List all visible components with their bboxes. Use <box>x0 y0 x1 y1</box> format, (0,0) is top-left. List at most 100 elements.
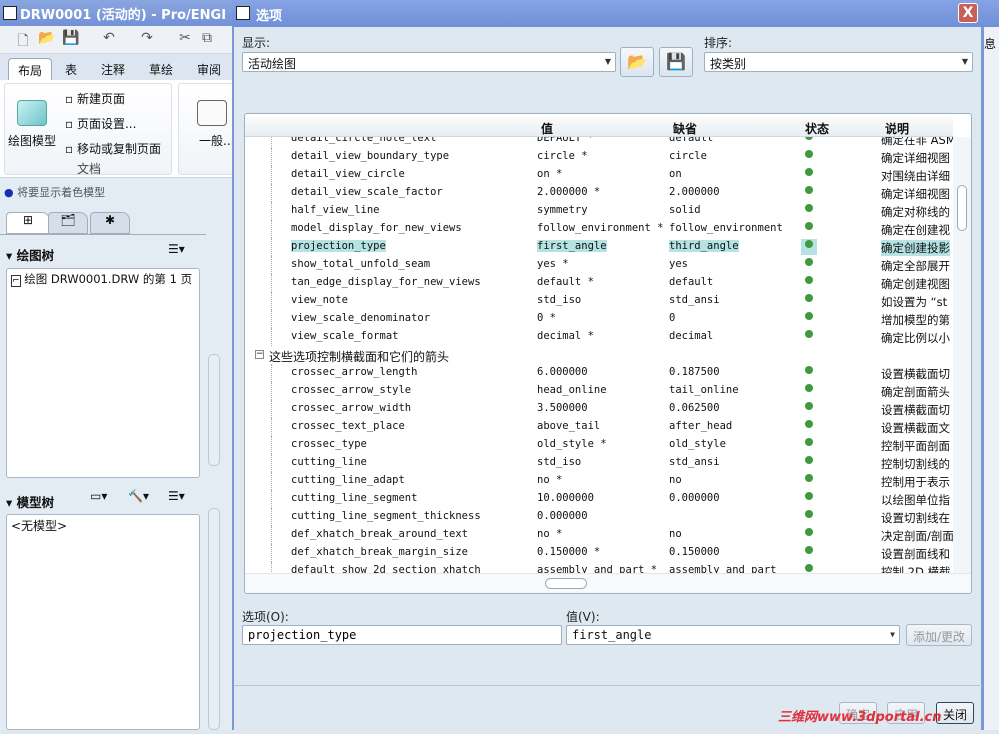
splitter-handle[interactable] <box>208 508 220 730</box>
table-row[interactable]: projection_type first_angle third_angle 确定创… <box>245 238 953 256</box>
undo-icon[interactable]: ↶ <box>100 30 118 48</box>
table-row[interactable]: view_note std_iso std_ansi 如设置为 “st <box>245 292 953 310</box>
table-row[interactable]: cutting_line_adapt no * no 控制用于表示 <box>245 472 953 490</box>
show-select-value: 活动绘图 <box>248 57 297 71</box>
table-row[interactable]: crossec_arrow_style head_online tail_onlin… <box>245 382 953 400</box>
drawing-model-button[interactable]: 绘图模型 <box>8 132 56 149</box>
option-name: crossec_arrow_width <box>291 402 412 414</box>
option-name: cutting_line_segment <box>291 492 418 504</box>
tree-line <box>271 256 272 274</box>
table-row[interactable]: def_xhatch_break_margin_size 0.150000 * 0.… <box>245 544 953 562</box>
table-row[interactable]: crossec_arrow_length 6.000000 0.187500 设置横截… <box>245 364 953 382</box>
tab-table[interactable]: 表 <box>56 58 86 80</box>
option-name: crossec_arrow_length <box>291 366 418 378</box>
option-value: DEFAULT * <box>537 137 594 144</box>
column-header-status[interactable]: 状态 <box>805 120 829 137</box>
column-header-default[interactable]: 缺省 <box>673 120 697 137</box>
option-default: after_head <box>669 420 733 432</box>
tab-sketch[interactable]: 草绘 <box>140 58 182 80</box>
option-label: 选项(O): <box>242 610 289 624</box>
tree-line <box>271 418 272 436</box>
table-row[interactable]: cutting_line_segment 10.000000 0.000000 以绘图… <box>245 490 953 508</box>
tab-layout[interactable]: 布局 <box>8 58 53 80</box>
table-row[interactable]: cutting_line std_iso std_ansi 控制切割线的 <box>245 454 953 472</box>
tree-item-sheet[interactable]: ⌐ 绘图 DRW0001.DRW 的第 1 页 <box>7 269 199 289</box>
table-row[interactable]: tan_edge_display_for_new_views default * d… <box>245 274 953 292</box>
column-header-value[interactable]: 值 <box>541 120 553 137</box>
option-input[interactable] <box>242 625 562 645</box>
add-change-button[interactable]: 添加/更改 <box>906 624 973 646</box>
status-dot-icon <box>805 492 813 500</box>
table-row[interactable]: half_view_line symmetry solid 确定对称线的 <box>245 202 953 220</box>
table-row[interactable]: detail_view_scale_factor 2.000000 * 2.0000… <box>245 184 953 202</box>
vertical-scrollbar[interactable] <box>953 137 971 575</box>
value-label: 值(V): <box>566 610 600 624</box>
option-default: 0.062500 <box>669 402 720 414</box>
table-row[interactable]: def_xhatch_break_around_text no * no 决定剖面/剖… <box>245 526 953 544</box>
table-row[interactable]: detail_circle_note_text DEFAULT * default 确… <box>245 137 953 148</box>
save-icon[interactable]: 💾 <box>62 30 80 48</box>
open-config-button[interactable]: 📂 <box>620 47 654 77</box>
collapse-icon[interactable]: − <box>255 350 264 359</box>
table-row[interactable]: crossec_type old_style * old_style 控制平面剖面 <box>245 436 953 454</box>
tree-line <box>271 436 272 454</box>
table-row[interactable]: show_total_unfold_seam yes * yes 确定全部展开 <box>245 256 953 274</box>
tree-line <box>271 544 272 562</box>
status-dot-icon <box>805 258 813 266</box>
option-value: circle * <box>537 150 588 162</box>
tools-icon[interactable]: 🔨▾ <box>128 489 149 503</box>
tab-folder-browser-icon[interactable]: 🗂 <box>48 212 88 234</box>
table-row[interactable]: detail_view_circle on * on 对围绕由详细 <box>245 166 953 184</box>
tab-favorites-icon[interactable]: ✱ <box>90 212 130 234</box>
new-file-icon[interactable]: 🗋 <box>14 30 32 49</box>
copy-icon[interactable]: ⧉ <box>198 30 216 48</box>
move-copy-sheet-button[interactable]: ▫ 移动或复制页面 <box>65 140 161 157</box>
save-config-button[interactable]: 💾 <box>659 47 693 77</box>
column-header-description[interactable]: 说明 <box>885 120 909 137</box>
option-description: 控制用于表示 <box>881 475 950 489</box>
table-row[interactable]: crossec_text_place above_tail after_head 设置… <box>245 418 953 436</box>
tree-settings-icon[interactable]: ☰▾ <box>168 242 185 256</box>
option-default: follow_environment <box>669 222 783 234</box>
redo-icon[interactable]: ↷ <box>138 30 156 48</box>
splitter-handle[interactable] <box>208 354 220 466</box>
show-select[interactable]: 活动绘图 ▼ <box>242 52 616 72</box>
option-description: 确定在创建视 <box>881 223 950 237</box>
new-sheet-button[interactable]: ▫ 新建页面 <box>65 90 125 107</box>
tree-line <box>271 364 272 382</box>
vertical-scroll-thumb[interactable] <box>957 185 967 231</box>
option-name: def_xhatch_break_around_text <box>291 528 469 540</box>
drawing-tree-header[interactable]: ▾ 绘图树 <box>6 245 54 264</box>
general-view-button[interactable]: 一般... <box>199 132 234 149</box>
table-row[interactable]: model_display_for_new_views follow_enviro… <box>245 220 953 238</box>
close-icon[interactable]: X <box>958 3 978 23</box>
table-row[interactable]: crossec_arrow_width 3.500000 0.062500 设置横截面… <box>245 400 953 418</box>
cut-icon[interactable]: ✂ <box>176 30 194 48</box>
tab-annotate[interactable]: 注释 <box>92 58 134 80</box>
close-button[interactable]: 关闭 <box>936 702 975 724</box>
table-row[interactable]: detail_view_boundary_type circle * circle 确… <box>245 148 953 166</box>
page-setup-button[interactable]: ▫ 页面设置... <box>65 115 136 132</box>
open-folder-icon[interactable]: 📂 <box>38 30 56 48</box>
table-group-row[interactable]: − 这些选项控制横截面和它们的箭头 <box>245 346 953 364</box>
main-window-title: DRW0001 (活动的) - Pro/ENGI <box>20 8 227 23</box>
general-view-icon <box>197 100 227 126</box>
table-row[interactable]: view_scale_format decimal * decimal 确定比例以小 <box>245 328 953 346</box>
table-row[interactable]: cutting_line_segment_thickness 0.000000 设置… <box>245 508 953 526</box>
option-description: 对围绕由详细 <box>881 169 950 183</box>
value-select[interactable]: first_angle ▼ <box>566 625 900 645</box>
status-hint-text: 将要显示着色模型 <box>17 186 106 199</box>
tab-review[interactable]: 审阅 <box>188 58 230 80</box>
horizontal-scrollbar[interactable] <box>245 573 971 593</box>
model-tree-settings-icon[interactable]: ☰▾ <box>168 489 185 503</box>
table-row[interactable]: view_scale_denominator 0 * 0 增加模型的第 <box>245 310 953 328</box>
model-tree-header[interactable]: ▾ 模型树 <box>6 492 54 511</box>
show-label: 显示: <box>242 36 271 50</box>
option-default: circle <box>669 150 707 162</box>
horizontal-scroll-thumb[interactable] <box>545 578 587 589</box>
display-style-icon[interactable]: ▭▾ <box>90 489 107 503</box>
sort-select[interactable]: 按类别 ▼ <box>704 52 973 72</box>
tab-model-tree-icon[interactable]: ⊞ <box>6 212 50 234</box>
save-icon: 💾 <box>666 52 686 71</box>
option-default: decimal <box>669 330 714 342</box>
